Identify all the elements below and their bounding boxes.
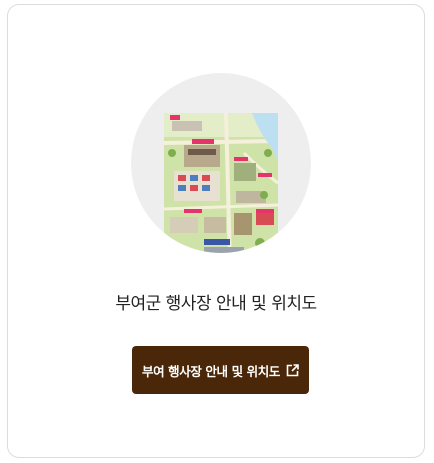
button-label: 부여 행사장 안내 및 위치도: [142, 363, 280, 379]
venue-map-image: [164, 113, 278, 253]
external-link-icon: [286, 363, 299, 377]
card-title: 부여군 행사장 안내 및 위치도: [115, 294, 317, 314]
venue-map-link-button[interactable]: 부여 행사장 안내 및 위치도: [132, 346, 309, 394]
venue-map-thumbnail: [131, 73, 311, 253]
event-venue-card: 부여군 행사장 안내 및 위치도 부여 행사장 안내 및 위치도: [7, 4, 425, 458]
